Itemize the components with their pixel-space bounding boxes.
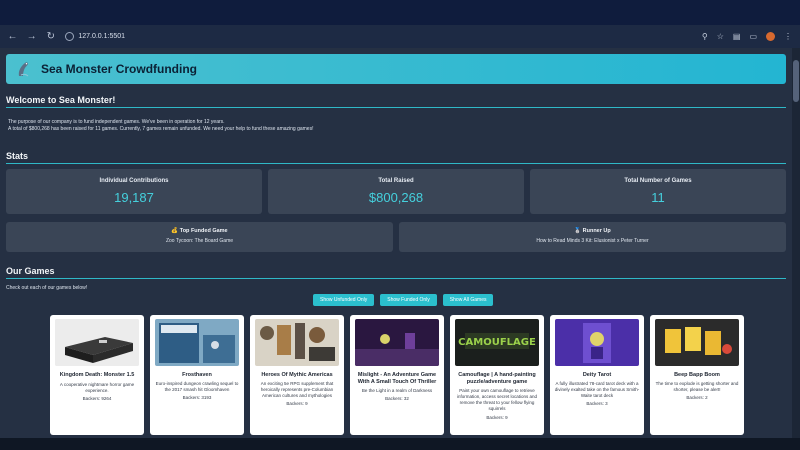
profile-avatar[interactable] [766, 32, 776, 41]
filter-buttons: Show Unfunded Only Show Funded Only Show… [313, 294, 494, 306]
game-image [55, 319, 139, 366]
games-container: Kingdom Death: Monster 1.5 A cooperative… [50, 315, 750, 438]
bookmark-star-icon[interactable]: ☆ [717, 32, 724, 41]
runner-up-label: Runner Up [582, 228, 611, 234]
runner-up-card: 🥈 Runner Up How to Read Minds 3 Kit: Elu… [399, 222, 786, 252]
game-description: A cooperative nightmare horror game expe… [59, 382, 135, 393]
stat-label: Total Number of Games [624, 178, 692, 184]
stat-label: Individual Contributions [99, 178, 169, 184]
game-title: Heroes Of Mythic Americas [261, 372, 333, 378]
reload-icon[interactable]: ↻ [44, 30, 57, 44]
stat-label: Total Raised [378, 178, 414, 184]
page-content: Sea Monster Crowdfunding Welcome to Sea … [0, 48, 792, 438]
games-intro: Check out each of our games below! [6, 285, 88, 291]
sea-monster-logo-icon [18, 62, 29, 77]
stat-card-number-of-games: Total Number of Games 11 [530, 169, 786, 214]
top-funded-card: 💰 Top Funded Game Zoo Tycoon: The Board … [6, 222, 393, 252]
game-card[interactable]: CAMOUFLAGE Camouflage | A hand-painting … [450, 315, 544, 435]
browser-menu-icon[interactable]: ⋮ [784, 32, 792, 41]
game-card[interactable]: Mislight - An Adventure Game With A Smal… [350, 315, 444, 435]
game-backers: Backers: 9 [486, 415, 508, 420]
show-funded-button[interactable]: Show Funded Only [380, 294, 437, 306]
game-backers: Backers: 3193 [182, 395, 212, 400]
game-title: Mislight - An Adventure Game With A Smal… [357, 372, 437, 385]
game-card[interactable]: Heroes Of Mythic Americas An exciting 5e… [250, 315, 344, 435]
game-card[interactable]: Beep Bapp Boom The time to explode is ge… [650, 315, 744, 435]
game-image [355, 319, 439, 366]
welcome-text: The purpose of our company is to fund in… [8, 119, 313, 133]
game-description: An exciting 5e RPG supplement that heroi… [260, 381, 334, 398]
taskbar [0, 438, 800, 450]
games-heading: Our Games [6, 266, 55, 276]
hero-banner: Sea Monster Crowdfunding [6, 54, 786, 84]
game-card[interactable]: Kingdom Death: Monster 1.5 A cooperative… [50, 315, 144, 435]
svg-text:CAMOUFLAGE: CAMOUFLAGE [458, 337, 536, 348]
stat-card-total-raised: Total Raised $800,268 [268, 169, 524, 214]
game-description: A fully illustrated 78-card tarot deck w… [554, 381, 640, 398]
game-backers: Backers: 9264 [82, 396, 112, 401]
runner-up-game: How to Read Minds 3 Kit: Elusionist x Pe… [536, 238, 649, 244]
extensions-icon[interactable]: ▤ [733, 32, 741, 41]
stat-value: 11 [651, 190, 665, 205]
money-bag-icon: 💰 [171, 228, 179, 234]
show-unfunded-button[interactable]: Show Unfunded Only [313, 294, 375, 306]
game-title: Deity Tarot [582, 372, 612, 378]
site-info-icon[interactable] [65, 32, 75, 41]
welcome-line-1: The purpose of our company is to fund in… [8, 119, 225, 125]
top-funded-game: Zoo Tycoon: The Board Game [165, 238, 234, 244]
game-description: Euro-inspired dungeon crawling sequel to… [155, 381, 239, 392]
games-divider [6, 278, 786, 279]
stat-card-contributions: Individual Contributions 19,187 [6, 169, 262, 214]
medal-icon: 🥈 [574, 228, 582, 234]
page-scrollbar[interactable] [792, 48, 800, 438]
game-title: Camouflage | A hand-painting puzzle/adve… [458, 372, 536, 385]
game-description: Be the Light in a realm of Darkness [361, 388, 433, 393]
game-backers: Backers: 2 [686, 395, 708, 400]
url-text: 127.0.0.1:5501 [78, 33, 126, 40]
game-backers: Backers: 32 [385, 396, 409, 401]
stat-value: $800,268 [368, 190, 424, 205]
welcome-heading: Welcome to Sea Monster! [6, 95, 116, 105]
stat-value: 19,187 [114, 190, 154, 205]
hero-title: Sea Monster Crowdfunding [41, 62, 197, 76]
game-image [555, 319, 639, 366]
game-title: Kingdom Death: Monster 1.5 [59, 372, 135, 378]
game-image [155, 319, 239, 366]
stats-heading: Stats [6, 151, 29, 161]
browser-tab-strip [0, 0, 800, 25]
welcome-line-2: A total of $800,268 has been raised for … [8, 126, 314, 132]
game-backers: Backers: 9 [286, 401, 308, 406]
zoom-icon[interactable]: ⚲ [702, 32, 708, 41]
show-all-button[interactable]: Show All Games [442, 294, 494, 306]
game-image: CAMOUFLAGE [455, 319, 539, 366]
game-description: The time to explode is getting shorter a… [655, 381, 739, 392]
address-bar[interactable]: 127.0.0.1:5501 [65, 29, 702, 45]
game-image [655, 319, 739, 366]
stats-divider [6, 163, 786, 164]
game-title: Beep Bapp Boom [674, 372, 720, 378]
welcome-divider [6, 107, 786, 108]
game-card[interactable]: Frosthaven Euro-inspired dungeon crawlin… [150, 315, 244, 435]
game-title: Frosthaven [182, 372, 212, 378]
game-description: Paint your own camouflage to retrieve in… [456, 388, 538, 411]
forward-arrow-icon[interactable]: → [25, 30, 38, 44]
scrollbar-thumb[interactable] [793, 60, 799, 102]
game-card[interactable]: Deity Tarot A fully illustrated 78-card … [550, 315, 644, 435]
back-arrow-icon[interactable]: ← [6, 30, 19, 44]
top-funded-label: Top Funded Game [179, 228, 228, 234]
game-image [255, 319, 339, 366]
browser-toolbar: ← → ↻ 127.0.0.1:5501 ⚲ ☆ ▤ ▭ ⋮ [0, 25, 800, 48]
game-backers: Backers: 3 [586, 401, 608, 406]
side-panel-icon[interactable]: ▭ [749, 32, 757, 41]
